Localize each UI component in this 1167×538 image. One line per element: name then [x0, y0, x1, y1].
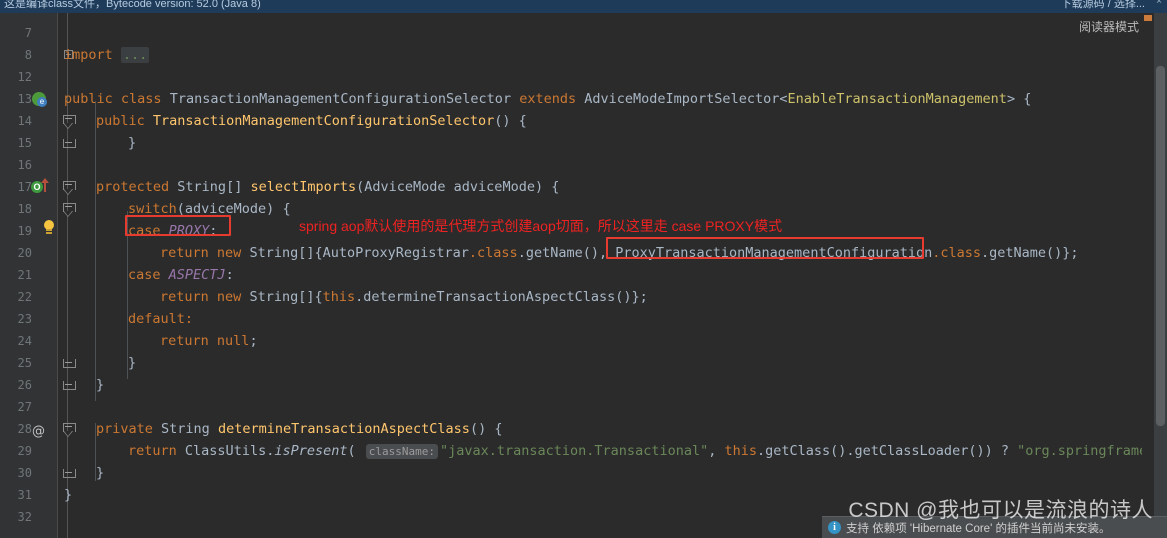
code-line[interactable]: 14 public TransactionManagementConfigura… [0, 110, 1167, 132]
fold-end-icon[interactable] [62, 352, 76, 374]
code-line[interactable]: 27 [0, 396, 1167, 418]
banner-message: 这是编译class文件，Bytecode version: 52.0 (Java… [4, 0, 261, 10]
code-text: private String determineTransactionAspec… [96, 421, 503, 437]
code-line[interactable]: 28 @ private String determineTransaction… [0, 418, 1167, 440]
fold-end-icon[interactable] [62, 132, 76, 154]
code-line[interactable]: 21 case ASPECTJ: [0, 264, 1167, 286]
line-number: 32 [17, 510, 32, 524]
info-icon: i [828, 521, 841, 534]
line-number: 13 [17, 92, 32, 106]
line-number: 22 [17, 290, 32, 304]
line-number: 21 [17, 268, 32, 282]
line-number: 26 [17, 378, 32, 392]
line-number: 7 [24, 26, 32, 40]
annotation-text: spring aop默认使用的是代理方式创建aop切面，所以这里走 case P… [299, 218, 783, 234]
override-method-icon[interactable]: O [30, 176, 54, 198]
code-line[interactable]: 13 e public class TransactionManagementC… [0, 88, 1167, 110]
intellij-editor-window: 这是编译class文件，Bytecode version: 52.0 (Java… [0, 0, 1167, 538]
code-text: } [96, 377, 105, 393]
code-text: protected String[] selectImports(AdviceM… [96, 179, 560, 195]
line-number: 12 [17, 70, 32, 84]
code-line[interactable]: 24 return null; [0, 330, 1167, 352]
annotation-at-icon[interactable]: @ [30, 418, 54, 440]
code-text: case ASPECTJ: [128, 267, 234, 283]
code-text: public TransactionManagementConfiguratio… [96, 113, 527, 129]
code-line[interactable]: 20 return new String[]{AutoProxyRegistra… [0, 242, 1167, 264]
warning-marker[interactable] [1144, 15, 1152, 21]
line-number: 27 [17, 400, 32, 414]
fold-collapse-icon[interactable] [62, 418, 76, 440]
line-number: 30 [17, 466, 32, 480]
banner-action-link[interactable]: 下载源码 / 选择... [1061, 0, 1145, 11]
lightbulb-icon[interactable] [42, 220, 66, 242]
code-text: return new String[]{this.determineTransa… [160, 289, 648, 305]
code-text: } [128, 355, 137, 371]
code-text: return new String[]{AutoProxyRegistrar.c… [160, 245, 1079, 261]
fold-end-icon[interactable] [62, 374, 76, 396]
line-number: 31 [17, 488, 32, 502]
error-marker-strip[interactable] [1142, 13, 1154, 538]
line-number: 18 [17, 202, 32, 216]
fold-collapse-icon[interactable] [62, 198, 76, 220]
code-text: } [96, 465, 105, 481]
code-line[interactable]: 22 return new String[]{this.determineTra… [0, 286, 1167, 308]
line-number: 15 [17, 136, 32, 150]
code-text: return null; [160, 333, 258, 349]
line-number: 20 [17, 246, 32, 260]
code-text: case PROXY: [128, 223, 218, 239]
code-text: } [128, 135, 137, 151]
vertical-scrollbar[interactable] [1154, 13, 1167, 538]
decompiled-class-banner: 这是编译class文件，Bytecode version: 52.0 (Java… [0, 0, 1167, 13]
line-number: 28 [17, 422, 32, 436]
scrollbar-thumb[interactable] [1156, 66, 1165, 426]
fold-collapse-icon[interactable] [62, 176, 76, 198]
code-lines: 7 8 + import ... 12 13 e public class Tr… [0, 13, 1167, 538]
fold-collapse-icon[interactable] [62, 110, 76, 132]
code-text: switch(adviceMode) { [128, 201, 291, 217]
line-number: 8 [24, 48, 32, 62]
code-line[interactable]: 23 default: [0, 308, 1167, 330]
code-text: default: [128, 311, 194, 327]
line-number: 29 [17, 444, 32, 458]
line-number: 25 [17, 356, 32, 370]
csdn-watermark: CSDN @我也可以是流浪的诗人 [848, 499, 1153, 522]
line-number: 24 [17, 334, 32, 348]
line-number: 14 [17, 114, 32, 128]
code-line[interactable]: 7 [0, 22, 1167, 44]
code-text: } [64, 487, 73, 503]
line-number: 19 [17, 224, 32, 238]
code-line[interactable]: 17 O protected String[] selectImports(Ad… [0, 176, 1167, 198]
reader-mode-label[interactable]: 阅读器模式 [1079, 18, 1139, 35]
code-line[interactable]: 12 [0, 66, 1167, 88]
line-number: 23 [17, 312, 32, 326]
code-line[interactable]: 29 return ClassUtils.isPresent( classNam… [0, 440, 1167, 462]
code-text: public class TransactionManagementConfig… [64, 91, 1032, 107]
code-text: return ClassUtils.isPresent( className: "… [128, 443, 1167, 459]
fold-end-icon[interactable] [62, 462, 76, 484]
code-line[interactable]: 26 } [0, 374, 1167, 396]
code-line[interactable]: 25 } [0, 352, 1167, 374]
folded-imports-placeholder[interactable]: ... [120, 47, 150, 63]
code-line[interactable]: 16 [0, 154, 1167, 176]
code-line[interactable]: 30 } [0, 462, 1167, 484]
code-line[interactable]: 15 } [0, 132, 1167, 154]
code-editor[interactable]: 7 8 + import ... 12 13 e public class Tr… [0, 13, 1167, 538]
parameter-hint: className: [365, 444, 438, 459]
line-number: 17 [17, 180, 32, 194]
code-line[interactable]: 8 + import ... [0, 44, 1167, 66]
close-icon[interactable]: × [1156, 0, 1162, 7]
code-text: import ... [64, 47, 150, 63]
line-number: 16 [17, 158, 32, 172]
spring-bean-icon[interactable]: e [30, 88, 54, 110]
